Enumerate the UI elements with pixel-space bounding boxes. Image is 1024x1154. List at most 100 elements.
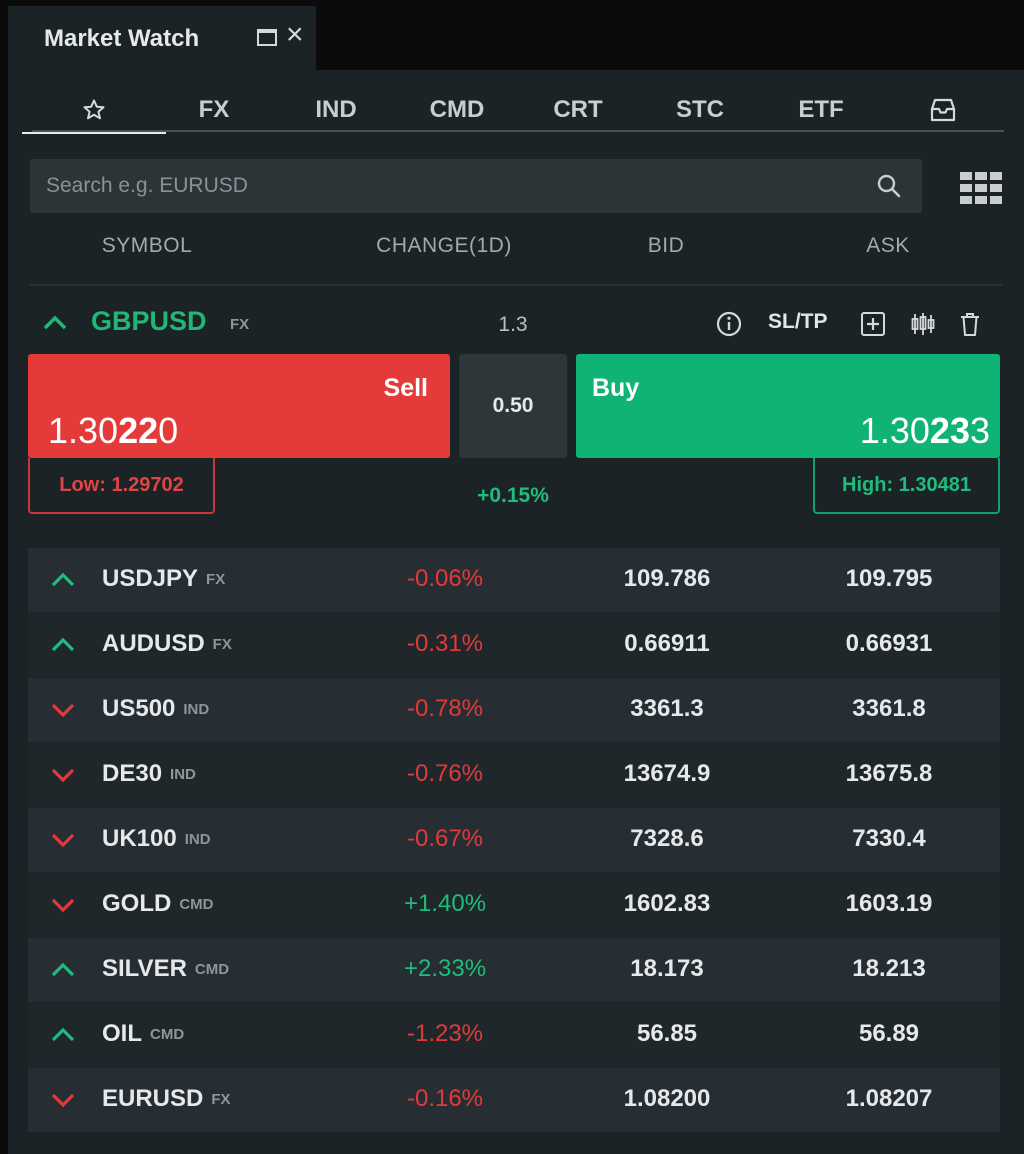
row-ask[interactable]: 18.213 [852,955,925,983]
row-bid[interactable]: 18.173 [630,955,703,983]
row-change: -0.06% [406,565,484,592]
tab-crt[interactable]: CRT [553,88,602,132]
row-bid[interactable]: 56.85 [637,1020,697,1048]
row-type: CMD [179,896,214,913]
tab-cmd[interactable]: CMD [430,88,485,132]
row-change: -1.23% [406,1020,484,1047]
instrument-row[interactable]: AUDUSD FX -0.31% 0.66911 0.66931 [28,613,1000,678]
row-change: -0.78% [406,695,484,722]
row-ask[interactable]: 13675.8 [846,760,933,788]
column-header-bid[interactable]: BID [648,234,685,258]
chevron-up-icon[interactable] [50,632,76,658]
row-bid[interactable]: 7328.6 [630,825,703,853]
column-header-ask[interactable]: ASK [866,234,910,258]
inbox-icon [930,98,956,122]
tab-favorites[interactable] [22,88,166,134]
row-symbol: AUDUSD FX [102,630,232,657]
spread-value: 1.3 [498,313,528,336]
row-ask[interactable]: 1.08207 [846,1085,933,1113]
sell-button[interactable]: Sell 1.30220 [28,354,450,458]
row-type: FX [206,571,226,588]
row-symbol: UK100 IND [102,825,211,852]
row-symbol: GOLD CMD [102,890,214,917]
grid-view-icon[interactable] [960,172,1002,204]
row-type: FX [212,636,232,653]
market-watch-panel: FX IND CMD CRT STC ETF SYMBOL CHANGE(1D)… [8,70,1024,1154]
row-bid[interactable]: 0.66911 [624,630,709,658]
row-bid[interactable]: 3361.3 [630,695,703,723]
row-symbol: DE30 IND [102,760,196,787]
search-icon[interactable] [876,173,902,199]
chevron-up-icon[interactable] [50,567,76,593]
instrument-list: USDJPY FX -0.06% 109.786 109.795 AUDUSD FX -0.3… [28,548,1000,1133]
row-symbol: EURUSD FX [102,1085,231,1112]
trash-icon[interactable] [956,310,984,338]
instrument-row[interactable]: GOLD CMD +1.40% 1602.83 1603.19 [28,873,1000,938]
row-change: +1.40% [403,890,487,917]
column-header-change[interactable]: CHANGE(1D) [376,234,512,258]
category-tabs: FX IND CMD CRT STC ETF [22,88,1004,134]
expanded-instrument-header[interactable]: GBPUSD FX 1.3 SL/TP [8,306,1024,342]
info-icon[interactable] [715,310,743,338]
chevron-down-icon[interactable] [50,892,76,918]
tab-inbox[interactable] [929,88,957,132]
tab-fx[interactable]: FX [199,88,230,132]
row-type: IND [183,701,210,718]
buy-button[interactable]: Buy 1.30233 [576,354,1000,458]
tab-ind[interactable]: IND [315,88,356,132]
row-ask[interactable]: 109.795 [846,565,933,593]
row-type: IND [170,766,196,783]
instrument-row[interactable]: US500 IND -0.78% 3361.3 3361.8 [28,678,1000,743]
add-order-icon[interactable] [859,310,887,338]
row-bid[interactable]: 109.786 [624,565,711,593]
volume-input[interactable]: 0.50 [459,354,567,458]
row-ask[interactable]: 56.89 [859,1020,919,1048]
chevron-down-icon[interactable] [50,827,76,853]
chevron-up-icon[interactable] [50,1022,76,1048]
chevron-up-icon[interactable] [50,957,76,983]
buy-label: Buy [592,374,640,402]
row-bid[interactable]: 13674.9 [624,760,711,788]
row-ask[interactable]: 3361.8 [852,695,925,723]
maximize-icon[interactable] [257,29,277,46]
row-symbol: US500 IND [102,695,210,722]
search-input[interactable] [30,159,860,213]
row-symbol: SILVER CMD [102,955,230,982]
chevron-down-icon[interactable] [50,697,76,723]
chevron-down-icon[interactable] [50,1087,76,1113]
instrument-row[interactable]: UK100 IND -0.67% 7328.6 7330.4 [28,808,1000,873]
chevron-down-icon[interactable] [50,762,76,788]
low-price-badge: Low: 1.29702 [28,458,215,514]
chevron-up-icon[interactable] [42,308,68,338]
close-icon[interactable]: × [286,20,304,50]
row-type: FX [211,1091,231,1108]
candlestick-chart-icon[interactable] [909,310,937,338]
instrument-row[interactable]: SILVER CMD +2.33% 18.173 18.213 [28,938,1000,1003]
instrument-row[interactable]: OIL CMD -1.23% 56.85 56.89 [28,1003,1000,1068]
row-type: IND [184,831,211,848]
expanded-symbol: GBPUSD [91,306,207,336]
instrument-row[interactable]: USDJPY FX -0.06% 109.786 109.795 [28,548,1000,613]
row-change: +2.33% [403,955,487,982]
row-symbol: USDJPY FX [102,565,226,592]
row-change: -0.31% [406,630,484,657]
row-ask[interactable]: 1603.19 [846,890,933,918]
instrument-row[interactable]: EURUSD FX -0.16% 1.08200 1.08207 [28,1068,1000,1133]
daily-change: +0.15% [477,484,549,507]
expanded-type: FX [230,316,250,333]
row-bid[interactable]: 1.08200 [624,1085,711,1113]
row-change: -0.16% [406,1085,484,1112]
header-divider [30,284,1002,286]
row-ask[interactable]: 0.66931 [846,630,933,658]
tab-etf[interactable]: ETF [798,88,843,132]
sltp-button[interactable]: SL/TP [768,310,828,334]
instrument-row[interactable]: DE30 IND -0.76% 13674.9 13675.8 [28,743,1000,808]
sell-price: 1.30220 [48,410,179,451]
row-change: -0.76% [406,760,484,787]
panel-tab[interactable]: Market Watch × [8,6,316,72]
row-bid[interactable]: 1602.83 [624,890,711,918]
column-header-symbol[interactable]: SYMBOL [102,234,193,258]
buy-price: 1.30233 [859,410,990,451]
tab-stc[interactable]: STC [676,88,724,132]
row-ask[interactable]: 7330.4 [852,825,925,853]
